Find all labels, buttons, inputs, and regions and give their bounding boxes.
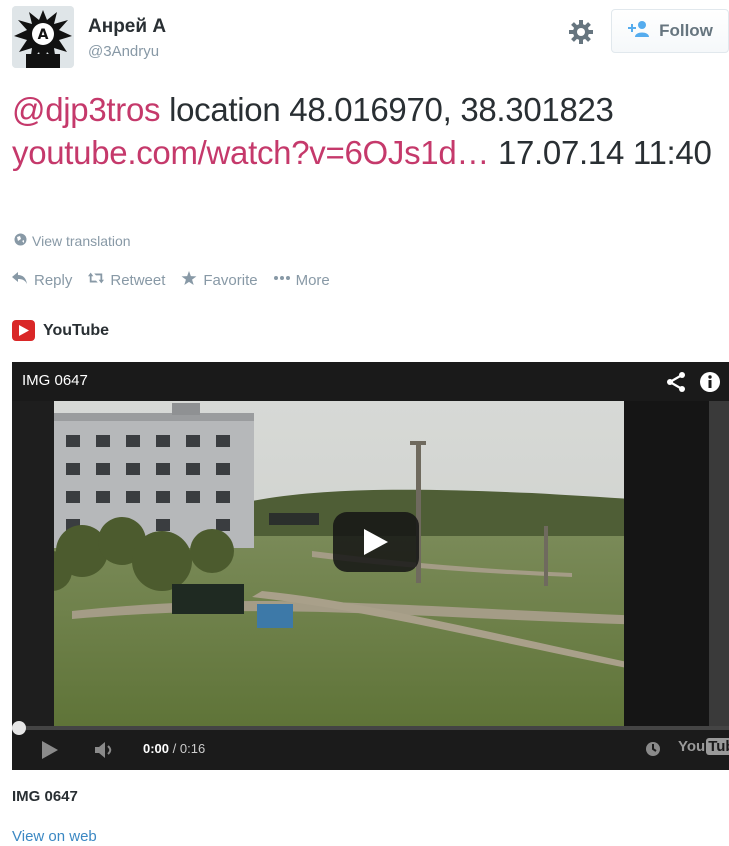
favorite-label: Favorite [203,271,258,289]
retweet-icon [88,271,105,289]
tweet-actions: Reply Retweet Favorite More [12,271,330,289]
user-handle[interactable]: @3Andryu [88,43,159,60]
retweet-button[interactable]: Retweet [88,271,165,289]
globe-icon [14,233,27,249]
video-player[interactable]: IMG 0647 0:00 / 0:16 You Tu [12,362,729,770]
star-icon [181,271,197,289]
watermark-tube: Tube [706,738,729,755]
retweet-label: Retweet [110,271,166,289]
view-translation-label: View translation [32,233,131,249]
time-current: 0:00 [143,741,170,756]
video-title-bar: IMG 0647 [12,362,729,401]
display-name[interactable]: Анрей А [88,16,166,38]
youtube-watermark[interactable]: YouTube [678,738,729,755]
more-button[interactable]: More [273,271,330,289]
reply-button[interactable]: Reply [12,271,72,289]
mention-link[interactable]: @djp3tros [12,91,161,128]
progress-knob[interactable] [12,721,26,735]
tweet-text-part1: location 48.016970, 38.301823 [160,91,614,128]
volume-icon[interactable] [94,741,116,759]
clock-icon[interactable] [645,741,661,757]
ellipsis-icon [273,271,290,289]
play-control-icon[interactable] [40,740,60,760]
add-user-icon [627,20,651,43]
youtube-link[interactable]: youtube.com/watch?v=6OJs1d… [12,134,489,171]
card-source-label: YouTube [43,321,110,339]
time-separator: / [169,741,180,756]
view-translation[interactable]: View translation [14,233,131,249]
svg-text:A: A [38,27,49,43]
tweet-header: A Анрей А @3Andryu Follow [12,6,729,70]
player-controls: 0:00 / 0:16 YouTube [12,721,729,770]
reply-label: Reply [34,271,73,289]
card-title[interactable]: IMG 0647 [12,788,78,805]
view-on-web-link[interactable]: View on web [12,828,97,845]
card-source[interactable]: YouTube [12,320,109,341]
watermark-you: You [678,738,706,755]
more-label: More [295,271,330,289]
avatar[interactable]: A [12,6,74,68]
share-icon[interactable] [665,371,687,393]
play-button[interactable] [333,512,419,572]
youtube-logo-icon [12,320,35,341]
info-icon[interactable] [699,371,721,393]
video-title[interactable]: IMG 0647 [22,372,88,389]
time-total: 0:16 [179,741,206,756]
gear-icon[interactable] [568,19,594,45]
time-display: 0:00 / 0:16 [143,741,205,756]
follow-button[interactable]: Follow [611,9,729,53]
favorite-button[interactable]: Favorite [181,271,258,289]
tweet-text: @djp3tros location 48.016970, 38.301823 y… [12,88,712,174]
progress-bar[interactable] [12,721,729,735]
reply-icon [12,271,28,289]
follow-label: Follow [659,21,713,40]
tweet-text-part2: 17.07.14 11:40 [489,134,712,171]
